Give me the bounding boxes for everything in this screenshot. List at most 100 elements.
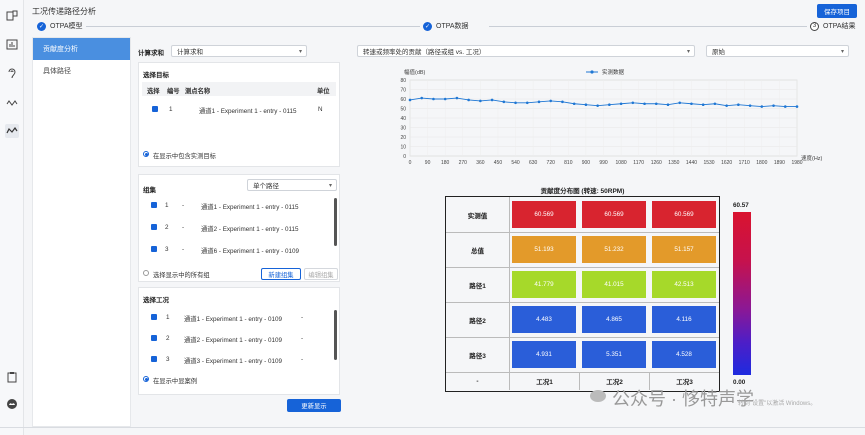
data-point: [760, 105, 764, 108]
select-all-groups-label: 选择显示中的所有组: [153, 272, 210, 279]
edit-group-button[interactable]: 编辑组集: [304, 268, 338, 280]
checkbox[interactable]: [151, 246, 157, 252]
windows-activation: 转到"设置"以激活 Windows。: [738, 401, 817, 407]
legend-label: 实测数据: [602, 68, 625, 76]
divider: [0, 427, 865, 428]
data-point: [654, 102, 658, 106]
row-dash: -: [182, 224, 185, 231]
checkbox[interactable]: [151, 335, 157, 341]
new-group-button[interactable]: 新建组集: [261, 268, 301, 280]
y-axis-label: 幅值(dB): [404, 68, 426, 76]
heatmap-cell: 41.779: [512, 271, 576, 298]
data-point: [690, 102, 693, 106]
checkbox[interactable]: [151, 224, 157, 230]
x-tick-label: 1530: [703, 160, 714, 166]
y-tick-label: 60: [400, 97, 406, 103]
table-row[interactable]: 3 通道3 - Experiment 1 - entry - 0109 -: [139, 352, 339, 366]
row-dash: -: [301, 356, 304, 363]
table-row[interactable]: 1 - 通道1 - Experiment 1 - entry - 0115: [139, 198, 339, 212]
x-tick-label: 540: [511, 160, 520, 166]
heatmap-row-label: 总值: [471, 247, 484, 255]
watermark: 公众号 · 恀特声学: [612, 389, 754, 409]
heatmap-cell: 51.193: [512, 236, 576, 263]
x-tick-label: 450: [494, 160, 503, 166]
x-tick-label: 270: [459, 160, 468, 166]
select-all-groups-radio[interactable]: [143, 270, 149, 276]
x-tick-label: 1620: [721, 160, 732, 166]
row-num: 3: [166, 356, 170, 363]
heatmap-cell: 4.483: [512, 306, 576, 333]
table-row[interactable]: 2 通道2 - Experiment 1 - entry - 0109 -: [139, 331, 339, 345]
group-select[interactable]: 单个路径 ▾: [247, 179, 337, 191]
row-dash: -: [182, 246, 185, 253]
y-tick-label: 10: [400, 145, 406, 151]
row-name: 通道2 - Experiment 1 - entry - 0115: [201, 226, 299, 233]
row-num: 1: [166, 314, 170, 321]
y-tick-label: 40: [400, 116, 406, 122]
data-point: [408, 98, 412, 102]
data-point: [502, 100, 506, 104]
data-point: [713, 102, 717, 106]
checkbox[interactable]: [151, 356, 157, 362]
y-tick-label: 20: [400, 135, 406, 141]
row-dash: -: [301, 335, 304, 342]
table-row[interactable]: 2 - 通道2 - Experiment 1 - entry - 0115: [139, 220, 339, 234]
x-tick-label: 180: [441, 160, 450, 166]
data-point: [561, 100, 564, 104]
heatmap-corner: -: [476, 377, 479, 385]
x-tick-label: 1350: [668, 160, 679, 166]
data-point: [701, 103, 705, 106]
data-point: [772, 104, 775, 107]
data-point: [619, 102, 623, 106]
chevron-down-icon: ▾: [328, 183, 332, 189]
row-name: 通道1 - Experiment 1 - entry - 0115: [201, 204, 299, 211]
y-tick-label: 30: [400, 126, 406, 132]
data-point: [783, 105, 787, 108]
x-tick-label: 1260: [651, 160, 662, 166]
row-name: 通道1 - Experiment 1 - entry - 0109: [184, 316, 282, 323]
heatmap-cell: 5.351: [582, 341, 646, 368]
data-point: [596, 104, 599, 107]
scrollbar[interactable]: [334, 198, 337, 246]
row-dash: -: [182, 202, 185, 209]
x-tick-label: 1890: [774, 160, 785, 166]
x-tick-label: 1800: [756, 160, 767, 166]
scrollbar[interactable]: [334, 310, 337, 360]
heatmap-column-label: 工况1: [509, 372, 579, 390]
heatmap-cell: 60.569: [582, 201, 646, 228]
colorbar: [733, 212, 751, 375]
heatmap-cell: 4.528: [652, 341, 716, 368]
table-row[interactable]: 1 通道1 - Experiment 1 - entry - 0109 -: [139, 310, 339, 324]
checkbox[interactable]: [151, 314, 157, 320]
show-cases-label: 在显示中显案例: [153, 378, 198, 385]
data-point: [795, 105, 799, 108]
heatmap-cell: 4.116: [652, 306, 716, 333]
clipboard-icon[interactable]: [5, 370, 19, 384]
data-point: [467, 98, 470, 102]
data-point: [608, 103, 611, 106]
show-cases-radio[interactable]: [143, 376, 149, 382]
update-display-button[interactable]: 更新显示: [287, 399, 341, 412]
data-point: [737, 103, 740, 106]
data-point: [455, 96, 459, 100]
table-row[interactable]: 3 - 通道6 - Experiment 1 - entry - 0109: [139, 242, 339, 256]
heatmap-cell: 51.157: [652, 236, 716, 263]
group-title: 组集: [143, 187, 156, 194]
heatmap-row-label: 路径3: [469, 352, 486, 360]
case-section: 选择工况 1 通道1 - Experiment 1 - entry - 0109…: [138, 287, 340, 395]
heatmap-row-label: 路径1: [469, 282, 486, 290]
colorbar-max: 60.57: [733, 202, 749, 209]
data-point: [514, 101, 517, 105]
x-tick-label: 1170: [633, 160, 644, 166]
data-point: [549, 99, 553, 103]
row-num: 1: [165, 202, 169, 209]
data-point: [666, 103, 670, 106]
checkbox[interactable]: [151, 202, 157, 208]
data-point: [443, 97, 447, 101]
data-point: [584, 103, 588, 106]
heatmap-row-label: 实测值: [467, 212, 488, 220]
x-tick-label: 1080: [616, 160, 627, 166]
row-dash: -: [301, 314, 304, 321]
cloud-icon[interactable]: [5, 397, 19, 411]
row-name: 通道6 - Experiment 1 - entry - 0109: [201, 248, 299, 255]
